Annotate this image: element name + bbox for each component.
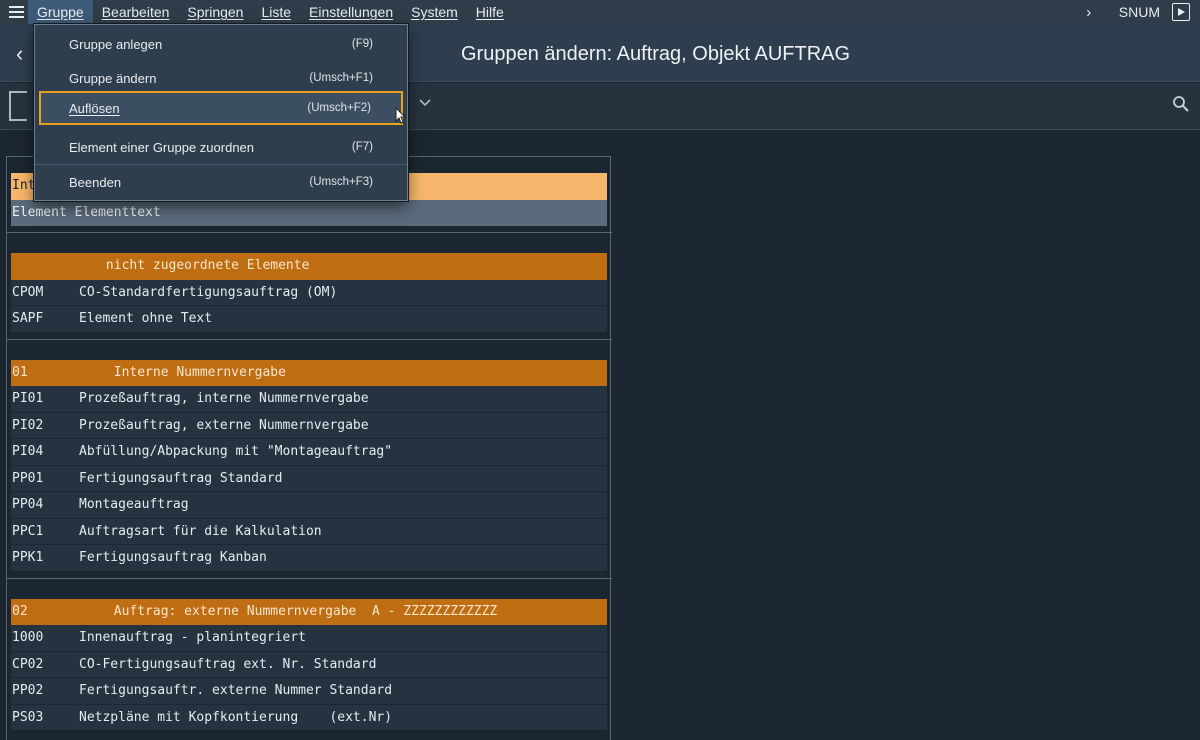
list-item[interactable]: PP01 Fertigungsauftrag Standard <box>11 465 607 492</box>
element-text: Auftragsart für die Kalkulation <box>79 523 322 539</box>
group-header[interactable]: 01 Interne Nummernvergabe <box>11 359 607 386</box>
toolbar-button[interactable] <box>9 91 27 121</box>
menu-item-shortcut: (Umsch+F2) <box>307 102 371 114</box>
divider <box>6 572 612 599</box>
element-code: PS03 <box>12 709 44 725</box>
element-text: Abfüllung/Abpackung mit "Montageauftrag" <box>79 444 393 459</box>
chevron-right-icon[interactable]: › <box>1077 4 1101 21</box>
hamburger-icon[interactable] <box>4 0 28 24</box>
element-text: CO-Fertigungsauftrag ext. Nr. Standard <box>79 656 377 672</box>
list-item[interactable]: 1000 Innenauftrag - planintegriert <box>11 625 607 652</box>
menu-gruppe[interactable]: Gruppe <box>28 0 93 24</box>
element-text: Prozeßauftrag, externe Nummernvergabe <box>79 417 369 433</box>
menu-liste[interactable]: Liste <box>252 0 300 24</box>
group-list-panel: Int Element Elementtext nicht zugeordnet… <box>6 156 612 740</box>
list-column-header: Element Elementtext <box>11 199 607 226</box>
menu-item-label: Beenden <box>69 174 122 190</box>
element-code: CP02 <box>12 656 44 672</box>
list-item[interactable]: PI02 Prozeßauftrag, externe Nummernvergab… <box>11 412 607 439</box>
element-text: Fertigungsauftr. externe Nummer Standard <box>79 683 393 698</box>
group-header[interactable]: nicht zugeordnete Elemente <box>11 253 607 280</box>
element-text: Montageauftrag <box>79 497 189 512</box>
list-item[interactable]: PP02 Fertigungsauftr. externe Nummer Stan… <box>11 678 607 705</box>
menu-item-gruppe-aendern[interactable]: Gruppe ändern (Umsch+F1) <box>35 61 407 95</box>
list-item[interactable]: PS03 Netzpläne mit Kopfkontierung (ext.Nr… <box>11 704 607 731</box>
list-item[interactable]: PI01 Prozeßauftrag, interne Nummernvergab… <box>11 386 607 413</box>
divider <box>6 226 612 253</box>
system-id: SNUM <box>1118 4 1160 20</box>
menu-item-beenden[interactable]: Beenden (Umsch+F3) <box>35 165 407 199</box>
menu-item-shortcut: (F9) <box>351 38 373 50</box>
menu-item-aufloesen[interactable]: Auflösen (Umsch+F2) <box>39 91 403 125</box>
element-text: Innenauftrag - planintegriert <box>79 630 306 645</box>
menu-system[interactable]: System <box>402 0 467 24</box>
element-code: CPOM <box>12 284 44 300</box>
page-title: Gruppen ändern: Auftrag, Objekt AUFTRAG <box>461 43 851 65</box>
element-code: SAPF <box>12 311 44 326</box>
chevron-left-icon[interactable]: ‹ <box>16 41 23 67</box>
list-item[interactable]: PI04 Abfüllung/Abpackung mit "Montageauft… <box>11 439 607 466</box>
list-item[interactable]: SAPF Element ohne Text <box>11 306 607 333</box>
list-item[interactable]: CPOM CO-Standardfertigungsauftrag (OM) <box>11 279 607 306</box>
gruppe-dropdown-menu: Gruppe anlegen (F9) Gruppe ändern (Umsch… <box>34 24 408 201</box>
list-item[interactable]: PPC1 Auftragsart für die Kalkulation <box>11 518 607 545</box>
element-code: 1000 <box>12 630 44 645</box>
menu-item-label: Gruppe ändern <box>69 70 157 86</box>
menu-item-shortcut: (Umsch+F1) <box>309 72 373 84</box>
play-icon[interactable] <box>1172 3 1190 21</box>
element-text: Prozeßauftrag, interne Nummernvergabe <box>79 391 369 406</box>
list-item[interactable]: PPK1 Fertigungsauftrag Kanban <box>11 545 607 572</box>
element-text: Fertigungsauftrag Standard <box>79 470 283 486</box>
element-text: CO-Standardfertigungsauftrag (OM) <box>79 284 338 300</box>
element-code: PI01 <box>12 391 44 406</box>
chevron-down-icon[interactable] <box>418 95 432 112</box>
menu-item-shortcut: (Umsch+F3) <box>309 176 373 188</box>
menu-item-shortcut: (F7) <box>351 141 373 153</box>
element-code: PPC1 <box>12 523 44 539</box>
menu-einstellungen[interactable]: Einstellungen <box>300 0 402 24</box>
menu-hilfe[interactable]: Hilfe <box>467 0 513 24</box>
element-text: Element ohne Text <box>79 311 213 326</box>
menu-item-label: Gruppe anlegen <box>69 36 163 52</box>
menu-item-label: Element einer Gruppe zuordnen <box>69 139 255 155</box>
element-code: PP01 <box>12 470 44 486</box>
divider <box>6 333 612 360</box>
element-code: PP02 <box>12 683 44 698</box>
menu-item-gruppe-anlegen[interactable]: Gruppe anlegen (F9) <box>35 27 407 61</box>
list-item[interactable]: CP02 CO-Fertigungsauftrag ext. Nr. Standa… <box>11 651 607 678</box>
element-text: Netzpläne mit Kopfkontierung (ext.Nr) <box>79 709 393 725</box>
element-code: PI04 <box>12 444 44 459</box>
menu-bearbeiten[interactable]: Bearbeiten <box>93 0 179 24</box>
element-code: PP04 <box>12 497 44 512</box>
search-icon[interactable] <box>1172 95 1190 118</box>
element-text: Fertigungsauftrag Kanban <box>79 550 267 565</box>
group-header[interactable]: 02 Auftrag: externe Nummernvergabe A - Z… <box>11 598 607 625</box>
element-code: PI02 <box>12 417 44 433</box>
list-item[interactable]: PP04 Montageauftrag <box>11 492 607 519</box>
menu-item-label: Auflösen <box>69 100 120 116</box>
menubar-right: › SNUM <box>1077 0 1200 24</box>
element-code: PPK1 <box>12 550 44 565</box>
menu-bar: Gruppe Bearbeiten Springen Liste Einstel… <box>0 0 1200 24</box>
menu-item-element-zuordnen[interactable]: Element einer Gruppe zuordnen (F7) <box>35 130 407 164</box>
menu-springen[interactable]: Springen <box>178 0 252 24</box>
mouse-cursor-icon <box>395 106 407 130</box>
group-list: Int Element Elementtext nicht zugeordnet… <box>6 173 612 731</box>
